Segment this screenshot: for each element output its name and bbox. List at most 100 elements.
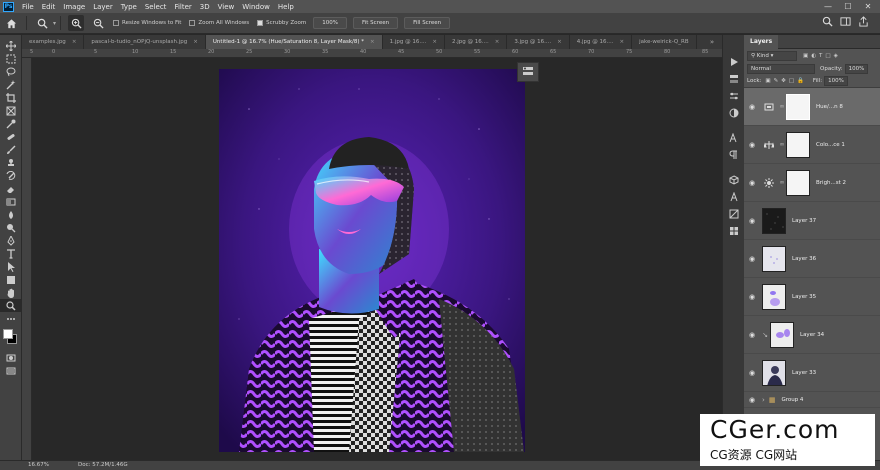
- eye-icon[interactable]: ◉: [744, 217, 760, 225]
- layer-thumbnail[interactable]: [762, 283, 786, 310]
- filter-type-icon[interactable]: T: [819, 53, 822, 59]
- eraser-tool-icon[interactable]: [0, 182, 22, 195]
- history-brush-tool-icon[interactable]: [0, 169, 22, 182]
- menu-layer[interactable]: Layer: [89, 3, 117, 11]
- eye-icon[interactable]: ◉: [744, 255, 760, 263]
- fill-input[interactable]: 100%: [824, 76, 848, 86]
- brush-tool-icon[interactable]: [0, 143, 22, 156]
- layer-row[interactable]: ◉ Layer 33: [744, 354, 880, 392]
- layer-mask-thumbnail[interactable]: [786, 93, 810, 120]
- styles-icon[interactable]: [723, 205, 745, 222]
- document-tab[interactable]: 3.jpg @ 16.... ×: [507, 35, 570, 49]
- blend-mode-select[interactable]: Normal: [747, 63, 815, 74]
- menu-help[interactable]: Help: [274, 3, 298, 11]
- scrubby-zoom-checkbox[interactable]: Scrubby Zoom: [257, 20, 306, 26]
- chain-link-icon[interactable]: ∞: [778, 103, 786, 110]
- more-tools-icon[interactable]: [0, 312, 22, 325]
- menu-filter[interactable]: Filter: [170, 3, 195, 11]
- chain-link-icon[interactable]: ∞: [778, 141, 786, 148]
- menu-type[interactable]: Type: [117, 3, 141, 11]
- search-icon[interactable]: [822, 16, 833, 29]
- foreground-color-swatch[interactable]: [3, 329, 13, 339]
- color-swatches[interactable]: [0, 325, 21, 351]
- document-tab[interactable]: 4.jpg @ 16.... ×: [570, 35, 633, 49]
- layer-group-row[interactable]: ◉ › ▦ Group 4: [744, 392, 880, 408]
- layer-thumbnail[interactable]: [762, 207, 786, 234]
- play-icon[interactable]: [723, 53, 745, 70]
- home-icon[interactable]: [3, 15, 19, 31]
- shape-tool-icon[interactable]: [0, 273, 22, 286]
- fit-screen-button[interactable]: Fit Screen: [352, 17, 399, 29]
- properties-icon[interactable]: [723, 87, 745, 104]
- dodge-tool-icon[interactable]: [0, 221, 22, 234]
- document-tab[interactable]: pascal-b-tudio_nOPjQ-unsplash.jpg ×: [84, 35, 206, 49]
- character-icon[interactable]: [723, 129, 745, 146]
- close-icon[interactable]: ×: [72, 39, 77, 45]
- lock-icons[interactable]: ▣✎✥□🔒: [765, 78, 806, 84]
- frame-tool-icon[interactable]: [0, 104, 22, 117]
- minimize-button[interactable]: —: [818, 0, 838, 13]
- layers-tab[interactable]: Layers: [744, 34, 779, 49]
- close-icon[interactable]: ×: [432, 39, 437, 45]
- lasso-tool-icon[interactable]: [0, 65, 22, 78]
- glyphs-icon[interactable]: [723, 188, 745, 205]
- menu-edit[interactable]: Edit: [38, 3, 60, 11]
- filter-kind-select[interactable]: ⚲ Kind ▾: [747, 50, 797, 61]
- layer-row[interactable]: ◉ ∞ Brigh...st 2: [744, 164, 880, 202]
- zoom-all-checkbox[interactable]: Zoom All Windows: [189, 20, 249, 26]
- chevron-down-icon[interactable]: ▾: [53, 20, 56, 27]
- opacity-input[interactable]: 100%: [844, 63, 869, 74]
- layer-thumbnail[interactable]: [762, 245, 786, 272]
- document-tab-active[interactable]: Untitled-1 @ 16.7% (Hue/Saturation 8, La…: [205, 35, 383, 49]
- layer-mask-thumbnail[interactable]: [786, 131, 810, 158]
- crop-tool-icon[interactable]: [0, 91, 22, 104]
- close-icon[interactable]: ×: [495, 39, 500, 45]
- share-icon[interactable]: [858, 16, 869, 29]
- libraries-icon[interactable]: [723, 222, 745, 239]
- maximize-button[interactable]: ☐: [838, 0, 858, 13]
- workspace-icon[interactable]: [840, 16, 851, 29]
- path-selection-tool-icon[interactable]: [0, 260, 22, 273]
- filter-pixel-icon[interactable]: ▣: [803, 53, 808, 59]
- eye-icon[interactable]: ◉: [744, 396, 760, 404]
- gradient-tool-icon[interactable]: [0, 195, 22, 208]
- layer-row[interactable]: ◉ ↘ Layer 34: [744, 316, 880, 354]
- layer-thumbnail[interactable]: [770, 321, 794, 348]
- filter-adjustment-icon[interactable]: ◐: [811, 53, 816, 59]
- close-icon[interactable]: ×: [370, 39, 375, 45]
- history-icon[interactable]: [723, 70, 745, 87]
- menu-view[interactable]: View: [214, 3, 239, 11]
- eye-icon[interactable]: ◉: [744, 369, 760, 377]
- adjustments-icon[interactable]: [723, 104, 745, 121]
- layer-row[interactable]: ◉ ∞ Hue/...n 8: [744, 88, 880, 126]
- chain-link-icon[interactable]: ∞: [778, 179, 786, 186]
- menu-3d[interactable]: 3D: [196, 3, 214, 11]
- filter-shape-icon[interactable]: □: [825, 53, 830, 59]
- zoom-in-icon[interactable]: [68, 15, 85, 31]
- document-canvas[interactable]: [219, 69, 525, 452]
- 3d-cube-icon[interactable]: [723, 171, 745, 188]
- blur-tool-icon[interactable]: [0, 208, 22, 221]
- zoom-out-icon[interactable]: [90, 15, 106, 31]
- tab-overflow-button[interactable]: »: [702, 35, 722, 49]
- marquee-tool-icon[interactable]: [0, 52, 22, 65]
- layer-row[interactable]: ◉ Layer 35: [744, 278, 880, 316]
- zoom-level[interactable]: 16.67%: [28, 462, 49, 468]
- filter-smart-icon[interactable]: ◈: [834, 53, 838, 59]
- close-icon[interactable]: ×: [619, 39, 624, 45]
- close-icon[interactable]: ×: [557, 39, 562, 45]
- layer-mask-thumbnail[interactable]: [786, 169, 810, 196]
- menu-window[interactable]: Window: [238, 3, 274, 11]
- hand-tool-icon[interactable]: [0, 286, 22, 299]
- screen-mode-icon[interactable]: [0, 364, 22, 377]
- vertical-ruler[interactable]: [22, 58, 32, 460]
- fill-screen-button[interactable]: Fill Screen: [404, 17, 451, 29]
- eye-icon[interactable]: ◉: [744, 293, 760, 301]
- layer-row[interactable]: ◉ ∞ Colo...ce 1: [744, 126, 880, 164]
- document-tab[interactable]: 2.jpg @ 16.... ×: [445, 35, 508, 49]
- healing-brush-tool-icon[interactable]: [0, 130, 22, 143]
- pen-tool-icon[interactable]: [0, 234, 22, 247]
- menu-image[interactable]: Image: [59, 3, 89, 11]
- eye-icon[interactable]: ◉: [744, 103, 760, 111]
- quick-mask-icon[interactable]: [0, 351, 22, 364]
